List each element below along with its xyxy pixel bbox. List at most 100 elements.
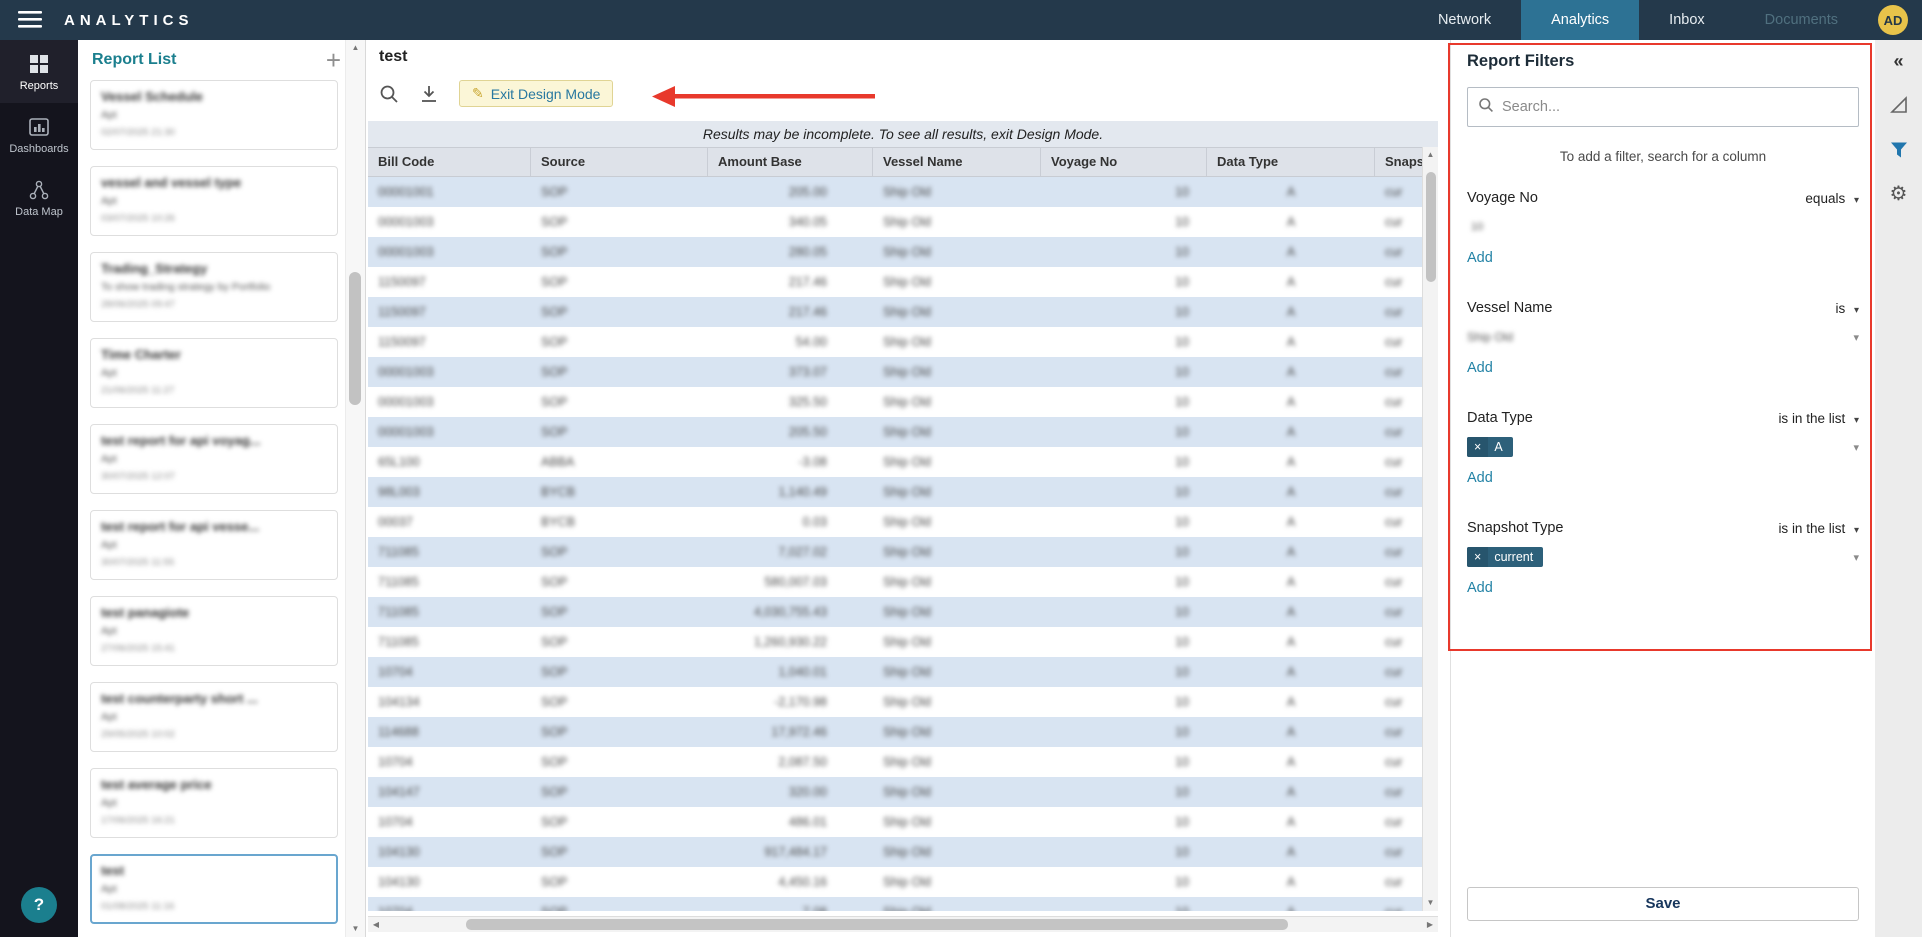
table-horizontal-scrollbar[interactable]: ◀ ▶: [368, 916, 1438, 932]
exit-design-mode-button[interactable]: ✎ Exit Design Mode: [459, 80, 613, 107]
scrollbar-thumb[interactable]: [466, 919, 1288, 930]
filter-operator-dropdown[interactable]: is ▾: [1835, 301, 1859, 316]
add-filter-value-link[interactable]: Add: [1467, 360, 1493, 376]
table-cell: 114688: [368, 717, 531, 747]
column-header[interactable]: Data Type: [1207, 148, 1375, 176]
table-row[interactable]: 711085SOP1,260,930.22Ship Old10Acur: [368, 627, 1438, 657]
report-card[interactable]: test counterparty short ...Apt29/05/2025…: [90, 682, 338, 752]
scroll-up-icon[interactable]: ▲: [1423, 147, 1438, 163]
filter-value[interactable]: 10: [1467, 215, 1859, 239]
remove-chip-icon[interactable]: ×: [1467, 547, 1488, 567]
table-row[interactable]: 114688SOP17,972.46Ship Old10Acur: [368, 717, 1438, 747]
save-button[interactable]: Save: [1467, 887, 1859, 921]
app-title: ANALYTICS: [64, 12, 193, 29]
filter-operator-dropdown[interactable]: equals ▾: [1805, 191, 1859, 206]
table-row[interactable]: 711085SOP580,007.03Ship Old10Acur: [368, 567, 1438, 597]
table-row[interactable]: 00001003SOP340.05Ship Old10Acur: [368, 207, 1438, 237]
report-card[interactable]: test report for api voyag...Apt30/07/202…: [90, 424, 338, 494]
table-row[interactable]: 104130SOP917,484.17Ship Old10Acur: [368, 837, 1438, 867]
nav-analytics[interactable]: Analytics: [1521, 0, 1639, 40]
table-row[interactable]: 1150097SOP217.46Ship Old10Acur: [368, 297, 1438, 327]
report-card[interactable]: vessel and vessel typeApt03/07/2025 10:2…: [90, 166, 338, 236]
report-list-scrollbar[interactable]: ▲ ▼: [345, 40, 365, 937]
sidebar-item-data-map[interactable]: Data Map: [0, 166, 78, 229]
filter-value[interactable]: Ship Old▾: [1467, 325, 1859, 349]
table-row[interactable]: 00001003SOP205.50Ship Old10Acur: [368, 417, 1438, 447]
table-cell: 711085: [368, 537, 531, 567]
search-icon: [1478, 97, 1494, 118]
scrollbar-thumb[interactable]: [349, 272, 361, 405]
filter-chip: ×current: [1467, 547, 1543, 567]
filter-operator-dropdown[interactable]: is in the list ▾: [1778, 521, 1859, 536]
filter-search-input[interactable]: [1502, 99, 1848, 115]
report-card-subtitle: Apt: [101, 797, 327, 809]
scroll-down-icon[interactable]: ▼: [1423, 895, 1438, 911]
table-cell: 54.00: [708, 327, 873, 357]
scroll-right-icon[interactable]: ▶: [1422, 917, 1438, 932]
report-card[interactable]: test average priceApt17/06/2025 16:21: [90, 768, 338, 838]
table-row[interactable]: 1150097SOP54.00Ship Old10Acur: [368, 327, 1438, 357]
table-row[interactable]: 00001003SOP325.50Ship Old10Acur: [368, 387, 1438, 417]
table-row[interactable]: 711085SOP7,027.02Ship Old10Acur: [368, 537, 1438, 567]
scroll-up-icon[interactable]: ▲: [346, 40, 365, 56]
settings-gear-icon[interactable]: ⚙: [1890, 184, 1908, 204]
table-row[interactable]: 711085SOP4,030,755.43Ship Old10Acur: [368, 597, 1438, 627]
column-header[interactable]: Vessel Name: [873, 148, 1041, 176]
scroll-down-icon[interactable]: ▼: [346, 921, 365, 937]
column-header[interactable]: Source: [531, 148, 708, 176]
report-card[interactable]: Time CharterApt21/06/2025 11:27: [90, 338, 338, 408]
table-row[interactable]: 104130SOP4,450.16Ship Old10Acur: [368, 867, 1438, 897]
nav-inbox[interactable]: Inbox: [1639, 0, 1734, 40]
dashboards-icon: [0, 116, 78, 138]
table-row[interactable]: 00001003SOP373.07Ship Old10Acur: [368, 357, 1438, 387]
table-row[interactable]: 00001001SOP205.00Ship Old10Acur: [368, 177, 1438, 207]
column-header[interactable]: Voyage No: [1041, 148, 1207, 176]
sidebar-item-dashboards[interactable]: Dashboards: [0, 103, 78, 166]
column-header[interactable]: Amount Base: [708, 148, 873, 176]
table-row[interactable]: 10704SOP2,087.50Ship Old10Acur: [368, 747, 1438, 777]
sidebar-item-reports[interactable]: Reports: [0, 40, 78, 103]
help-button[interactable]: ?: [21, 887, 57, 923]
table-row[interactable]: 10704SOP7.08Ship Old10Acur: [368, 897, 1438, 911]
table-row[interactable]: 1150097SOP217.46Ship Old10Acur: [368, 267, 1438, 297]
add-filter-value-link[interactable]: Add: [1467, 250, 1493, 266]
table-row[interactable]: 98L003BYCB1,140.49Ship Old10Acur: [368, 477, 1438, 507]
table-cell: 325.50: [708, 387, 873, 417]
table-row[interactable]: 104147SOP320.00Ship Old10Acur: [368, 777, 1438, 807]
add-filter-value-link[interactable]: Add: [1467, 470, 1493, 486]
report-card[interactable]: testApt01/08/2025 11:16: [90, 854, 338, 924]
report-card[interactable]: Trading_StrategyTo show trading strategy…: [90, 252, 338, 322]
table-row[interactable]: 65L100ABBA-3.08Ship Old10Acur: [368, 447, 1438, 477]
column-header[interactable]: Bill Code: [368, 148, 531, 176]
set-square-icon[interactable]: [1888, 94, 1910, 116]
table-row[interactable]: 00001003SOP280.05Ship Old10Acur: [368, 237, 1438, 267]
table-row[interactable]: 10704SOP1,040.01Ship Old10Acur: [368, 657, 1438, 687]
report-card[interactable]: Vessel ScheduleApt02/07/2025 21:30: [90, 80, 338, 150]
filter-value[interactable]: ×current▾: [1467, 545, 1859, 569]
report-card[interactable]: test panagioteApt27/06/2025 15:41: [90, 596, 338, 666]
remove-chip-icon[interactable]: ×: [1467, 437, 1488, 457]
table-row[interactable]: 104134SOP-2,170.98Ship Old10Acur: [368, 687, 1438, 717]
filter-funnel-icon[interactable]: [1889, 140, 1909, 160]
report-card-meta: 17/06/2025 16:21: [101, 815, 327, 826]
filter-value[interactable]: ×A▾: [1467, 435, 1859, 459]
table-row[interactable]: 10704SOP486.01Ship Old10Acur: [368, 807, 1438, 837]
add-filter-value-link[interactable]: Add: [1467, 580, 1493, 596]
menu-icon[interactable]: [18, 11, 42, 29]
filter-operator-dropdown[interactable]: is in the list ▾: [1778, 411, 1859, 426]
search-icon[interactable]: [379, 84, 399, 104]
table-cell: -2,170.98: [708, 687, 873, 717]
collapse-panel-icon[interactable]: «: [1893, 52, 1903, 70]
table-row[interactable]: 00037BYCB0.03Ship Old10Acur: [368, 507, 1438, 537]
add-report-button[interactable]: +: [326, 50, 341, 70]
nav-network[interactable]: Network: [1408, 0, 1521, 40]
table-vertical-scrollbar[interactable]: ▲ ▼: [1422, 147, 1438, 911]
avatar[interactable]: AD: [1878, 5, 1908, 35]
report-card[interactable]: test report for api vesse...Apt30/07/202…: [90, 510, 338, 580]
scrollbar-thumb[interactable]: [1426, 172, 1436, 282]
nav-documents[interactable]: Documents: [1735, 0, 1868, 40]
table-cell: 917,484.17: [708, 837, 873, 867]
download-icon[interactable]: [419, 84, 439, 104]
scroll-left-icon[interactable]: ◀: [368, 917, 384, 932]
table-cell: 580,007.03: [708, 567, 873, 597]
